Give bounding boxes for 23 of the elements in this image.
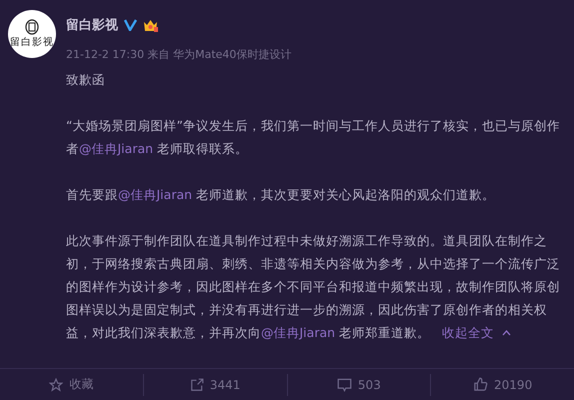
caret-icon [502, 330, 512, 336]
collapse-link[interactable]: 收起全文 [442, 321, 512, 344]
crown-icon [143, 18, 158, 32]
share-icon [190, 378, 204, 392]
post-paragraph: “大婚场景团扇图样”争议发生后，我们第一时间与工作人员进行了核实，也已与原创作者@佳冉Jiaran 老师取得联系。 [66, 117, 561, 158]
share-button[interactable]: 3441 [142, 374, 286, 396]
post-paragraph: 首先要跟@佳冉Jiaran 老师道歉，其次更要对关心风起洛阳的观众们道歉。 [66, 186, 496, 204]
avatar[interactable]: 留白影视 [8, 10, 56, 58]
post-paragraph: 此次事件源于制作团队在道具制作过程中未做好溯源工作导致的。道具团队在制作之初，于网络搜索古典团扇、刺绣、非遗等相关内容做为参考，从中选择了一个流传广泛的图样作为设计参考，因此图样在多个不同平台和报道中频繁出现，故制作团队将原创图样误以为是固定制式，并没有再进行进一步的溯源，因此伤害了原创作者的相关权益，对此我们深表歉意，并再次向@佳冉Jiaran 老师郑重道歉。 收起全文 [66, 229, 572, 344]
mention-link[interactable]: @佳冉Jiaran [79, 141, 154, 156]
star-icon [49, 378, 64, 392]
avatar-label: 留白影视 [10, 36, 54, 49]
author-name: 留白影视 [66, 17, 118, 34]
comment-icon [336, 378, 352, 392]
post-paragraph: 致歉函 [66, 71, 106, 89]
mention-link[interactable]: @佳冉Jiaran [118, 187, 192, 202]
like-button[interactable]: 20190 [430, 374, 574, 396]
mention-link[interactable]: @佳冉Jiaran [261, 325, 336, 340]
post-meta: 21-12-2 17:30 来自 华为Mate40保时捷设计 [66, 47, 292, 62]
logo-icon [25, 19, 39, 35]
thumbs-up-icon [473, 377, 488, 392]
comment-button[interactable]: 503 [286, 374, 430, 396]
star-button[interactable]: 收藏 [0, 374, 143, 396]
